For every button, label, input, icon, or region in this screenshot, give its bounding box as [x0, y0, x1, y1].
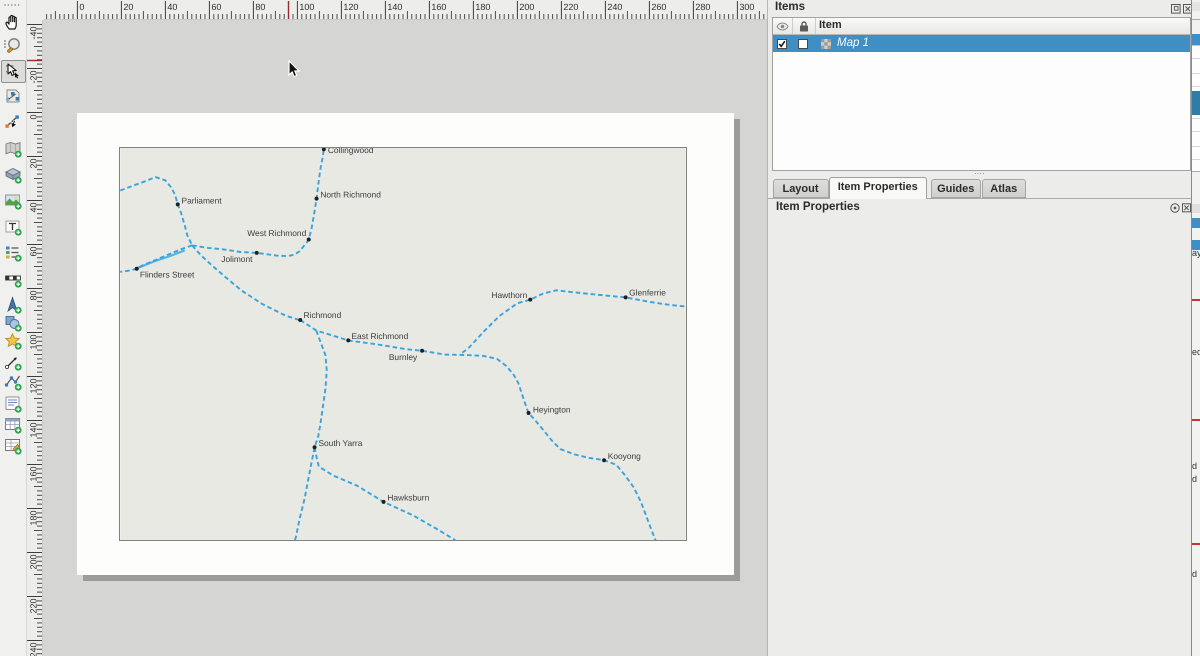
svg-text:20: 20 [29, 159, 39, 169]
svg-text:Kooyong: Kooyong [608, 451, 641, 461]
svg-text:60: 60 [29, 247, 39, 257]
svg-text:Heyington: Heyington [533, 404, 571, 414]
svg-text:Flinders Street: Flinders Street [140, 270, 195, 280]
svg-text:Burnley: Burnley [389, 352, 418, 362]
svg-text:240: 240 [607, 2, 622, 12]
svg-text:40: 40 [29, 203, 39, 213]
svg-text:160: 160 [431, 2, 446, 12]
svg-text:300: 300 [739, 2, 754, 12]
svg-text:60: 60 [211, 2, 221, 12]
svg-text:Parliament: Parliament [182, 195, 223, 205]
svg-text:West Richmond: West Richmond [247, 228, 306, 238]
svg-text:Collingwood: Collingwood [328, 148, 374, 155]
svg-text:Jolimont: Jolimont [221, 254, 253, 264]
svg-text:North Richmond: North Richmond [320, 189, 381, 199]
svg-text:140: 140 [387, 2, 402, 12]
svg-text:220: 220 [563, 2, 578, 12]
svg-text:260: 260 [651, 2, 666, 12]
svg-text:120: 120 [343, 2, 358, 12]
svg-text:South Yarra: South Yarra [318, 438, 362, 448]
svg-text:Hawthorn: Hawthorn [491, 290, 527, 300]
svg-text:280: 280 [695, 2, 710, 12]
svg-text:20: 20 [123, 2, 133, 12]
svg-text:40: 40 [167, 2, 177, 12]
svg-text:Glenferrie: Glenferrie [629, 288, 666, 298]
svg-text:200: 200 [519, 2, 534, 12]
svg-text:80: 80 [255, 2, 265, 12]
svg-text:East Richmond: East Richmond [351, 331, 408, 341]
svg-text:180: 180 [475, 2, 490, 12]
svg-text:80: 80 [29, 291, 39, 301]
svg-text:100: 100 [299, 2, 314, 12]
svg-text:Richmond: Richmond [304, 310, 342, 320]
svg-text:Hawksburn: Hawksburn [387, 493, 429, 503]
svg-text:0: 0 [79, 2, 84, 12]
